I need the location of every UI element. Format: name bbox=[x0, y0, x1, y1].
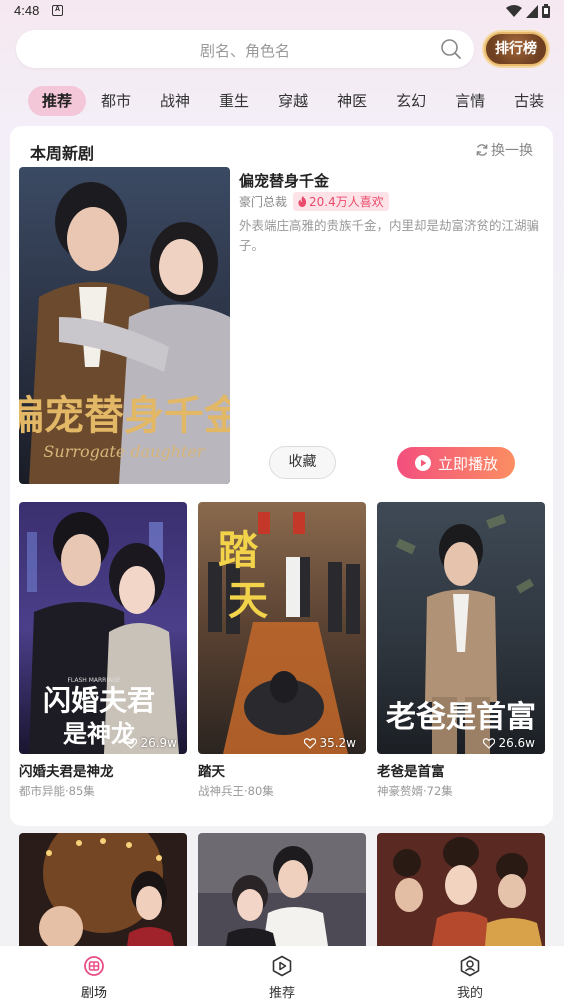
drama-title: 踏天 bbox=[198, 764, 225, 780]
drama-subtitle: 战神兵王·80集 bbox=[198, 784, 274, 798]
poster-title-line1: 闪婚夫君 bbox=[43, 684, 155, 717]
featured-meta: 豪门总裁 20.4万人喜欢 bbox=[239, 192, 389, 211]
heart-icon bbox=[483, 737, 496, 749]
nav-mine-label: 我的 bbox=[456, 986, 483, 1001]
drama-poster-image: 闪婚夫君 是神龙 FLASH MARRIAGE bbox=[19, 502, 187, 754]
wifi-icon bbox=[506, 4, 522, 17]
featured-poster-title: 偏宠替身千金 bbox=[19, 392, 230, 439]
signal-icon bbox=[526, 4, 538, 18]
theater-icon bbox=[84, 956, 104, 976]
fire-icon bbox=[298, 196, 307, 207]
notification-icon: A bbox=[52, 5, 63, 16]
status-time: 4:48 bbox=[14, 3, 40, 18]
weekly-new-card: 本周新剧 换一换 偏宠替身千金 Surrogate daughter 偏宠替身千… bbox=[10, 126, 553, 826]
featured-description: 外表端庄高雅的贵族千金，内里却是劫富济贫的江湖骗子。 bbox=[239, 218, 540, 253]
drama-likes-count: 26.9w bbox=[140, 736, 177, 750]
status-bar: 4:48 A bbox=[0, 0, 564, 24]
ranking-button[interactable]: 排行榜 bbox=[484, 32, 548, 66]
drama-poster: 踏 天 35.2w bbox=[198, 502, 366, 754]
profile-icon bbox=[460, 955, 480, 977]
poster-title-line2: 是神龙 bbox=[63, 719, 135, 748]
drama-poster: 老爸是首富 26.6w bbox=[377, 502, 545, 754]
drama-card[interactable]: 老爸是首富 26.6w 老爸是首富 神豪赘婿·72集 bbox=[377, 502, 545, 799]
drama-likes-count: 26.6w bbox=[498, 736, 535, 750]
tab-recommend[interactable]: 推荐 bbox=[28, 86, 87, 116]
search-input[interactable]: 剧名、角色名 bbox=[16, 30, 474, 68]
nav-mine[interactable]: 我的 bbox=[376, 946, 564, 1004]
nav-recommend-label: 推荐 bbox=[268, 986, 295, 1001]
drama-title: 闪婚夫君是神龙 bbox=[19, 764, 114, 780]
status-icons bbox=[506, 4, 550, 18]
drama-poster-image: 踏 天 bbox=[198, 502, 366, 754]
featured-poster-image: 偏宠替身千金 Surrogate daughter bbox=[19, 167, 230, 484]
heart-icon bbox=[304, 737, 317, 749]
tab-rebirth[interactable]: 重生 bbox=[205, 86, 263, 116]
drama-poster[interactable] bbox=[19, 833, 187, 946]
poster-title-line2: 天 bbox=[228, 577, 268, 624]
tab-costume[interactable]: 古装 bbox=[500, 86, 558, 116]
featured-genre: 豪门总裁 bbox=[239, 195, 288, 209]
drama-poster-image: 老爸是首富 bbox=[377, 502, 545, 754]
refresh-label: 换一换 bbox=[491, 143, 533, 159]
nav-recommend[interactable]: 推荐 bbox=[188, 946, 376, 1004]
poster-title: 老爸是首富 bbox=[386, 700, 536, 735]
heart-icon bbox=[125, 737, 138, 749]
battery-icon bbox=[542, 4, 550, 18]
play-icon bbox=[414, 455, 431, 471]
poster-title-line1: 踏 bbox=[218, 527, 259, 574]
drama-poster-image bbox=[198, 833, 366, 946]
drama-subtitle: 都市异能·85集 bbox=[19, 784, 95, 798]
drama-likes-count: 35.2w bbox=[319, 736, 356, 750]
bottom-nav: 剧场 推荐 我的 bbox=[0, 946, 564, 1004]
collect-button[interactable]: 收藏 bbox=[269, 446, 336, 479]
refresh-button[interactable]: 换一换 bbox=[475, 140, 533, 160]
featured-poster[interactable]: 偏宠替身千金 Surrogate daughter bbox=[19, 167, 230, 484]
likes-count: 20.4万人喜欢 bbox=[309, 195, 384, 209]
tab-fantasy[interactable]: 玄幻 bbox=[382, 86, 440, 116]
tab-time-travel[interactable]: 穿越 bbox=[264, 86, 322, 116]
drama-likes: 26.6w bbox=[483, 736, 535, 750]
category-tabs: 推荐 都市 战神 重生 穿越 神医 玄幻 言情 古装 bbox=[28, 86, 559, 116]
tab-war-god[interactable]: 战神 bbox=[146, 86, 204, 116]
drama-subtitle: 神豪赘婿·72集 bbox=[377, 784, 453, 798]
nav-theater-label: 剧场 bbox=[80, 986, 107, 1001]
tab-romance[interactable]: 言情 bbox=[441, 86, 499, 116]
play-circle-icon bbox=[272, 955, 292, 977]
drama-poster: 闪婚夫君 是神龙 FLASH MARRIAGE 26.9w bbox=[19, 502, 187, 754]
likes-badge: 20.4万人喜欢 bbox=[293, 192, 389, 211]
refresh-icon bbox=[476, 144, 488, 156]
featured-title[interactable]: 偏宠替身千金 bbox=[239, 170, 329, 191]
drama-likes: 35.2w bbox=[304, 736, 356, 750]
search-icon[interactable] bbox=[440, 38, 462, 60]
play-now-label: 立即播放 bbox=[437, 454, 498, 473]
drama-card[interactable]: 闪婚夫君 是神龙 FLASH MARRIAGE 26.9w 闪婚夫君是神龙 都市… bbox=[19, 502, 187, 799]
tab-urban[interactable]: 都市 bbox=[87, 86, 145, 116]
drama-poster-image bbox=[19, 833, 187, 946]
drama-likes: 26.9w bbox=[125, 736, 177, 750]
drama-card[interactable]: 踏 天 35.2w 踏天 战神兵王·80集 bbox=[198, 502, 366, 799]
drama-poster[interactable] bbox=[198, 833, 366, 946]
drama-poster-image bbox=[377, 833, 545, 946]
play-now-button[interactable]: 立即播放 bbox=[397, 447, 515, 479]
drama-title: 老爸是首富 bbox=[377, 764, 445, 780]
search-placeholder: 剧名、角色名 bbox=[199, 42, 290, 60]
tab-miracle-doctor[interactable]: 神医 bbox=[323, 86, 381, 116]
drama-poster[interactable] bbox=[377, 833, 545, 946]
featured-poster-subtitle: Surrogate daughter bbox=[43, 442, 205, 461]
section-title: 本周新剧 bbox=[30, 144, 95, 163]
poster-en-title: FLASH MARRIAGE bbox=[67, 677, 120, 684]
nav-theater[interactable]: 剧场 bbox=[0, 946, 188, 1004]
